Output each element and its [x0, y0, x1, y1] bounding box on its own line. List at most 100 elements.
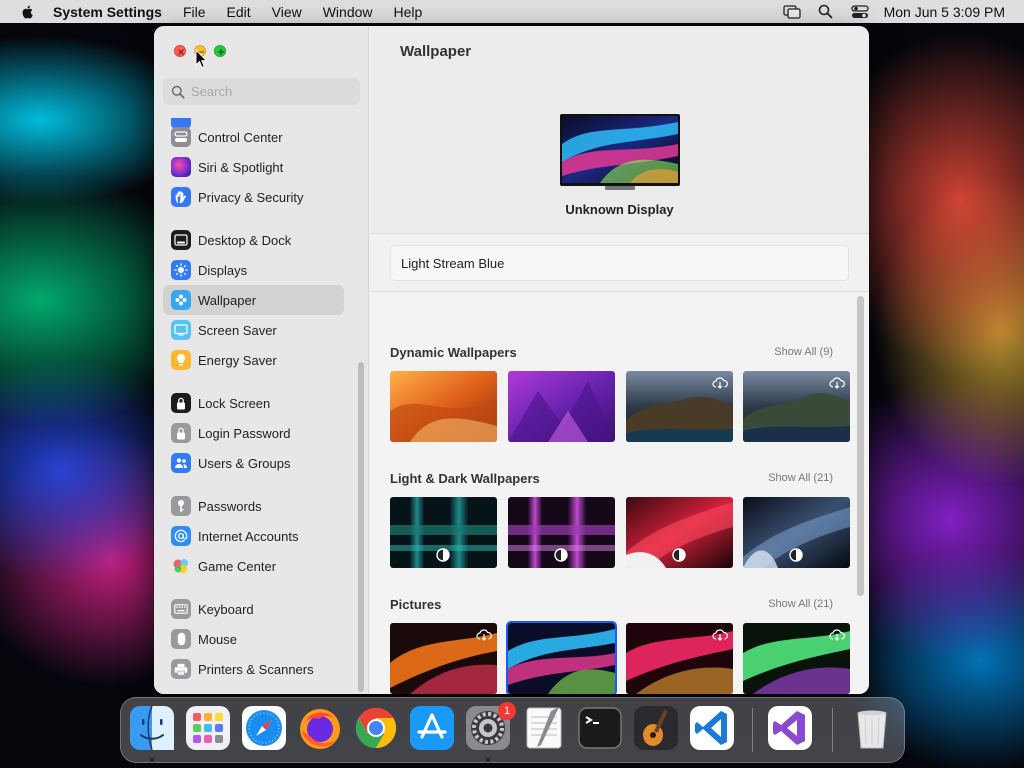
control-center-icon[interactable] [850, 4, 870, 20]
dock-trash-icon[interactable] [849, 705, 895, 751]
lock-icon [171, 393, 191, 413]
sidebar-item-control-center[interactable]: Control Center [163, 122, 344, 152]
dock-visual-studio-icon[interactable] [767, 705, 813, 751]
search-icon [171, 85, 185, 99]
dock-finder-icon[interactable] [129, 705, 175, 751]
dock-launchpad-icon[interactable] [185, 705, 231, 751]
show-all-light-dark-button[interactable]: Show All (21) [768, 472, 833, 484]
sidebar-item-game-center[interactable]: Game Center [163, 551, 344, 581]
dock-vscode-icon[interactable] [689, 705, 735, 751]
wallpaper-thumb[interactable] [390, 371, 497, 442]
sidebar-item-label: Wallpaper [198, 292, 257, 308]
sidebar-item-label: Displays [198, 262, 248, 278]
wallpaper-thumb[interactable] [508, 497, 615, 568]
wallpaper-thumb[interactable] [626, 497, 733, 568]
dock-textedit-icon[interactable] [521, 705, 567, 751]
light-dark-toggle-icon [672, 548, 686, 562]
menu-bar: System Settings File Edit View Window He… [0, 0, 1024, 23]
show-all-dynamic-button[interactable]: Show All (9) [774, 346, 833, 358]
sidebar-item-passwords[interactable]: Passwords [163, 491, 344, 521]
sidebar-item-lock-screen[interactable]: Lock Screen [163, 388, 344, 418]
sidebar-item-label: Mouse [198, 631, 238, 647]
running-indicator [150, 758, 154, 762]
current-wallpaper-name: Light Stream Blue [390, 245, 849, 281]
bulb-icon [171, 350, 191, 370]
wallpaper-icon [171, 290, 191, 310]
close-button[interactable] [174, 45, 186, 57]
sidebar-item-privacy-security[interactable]: Privacy & Security [163, 182, 344, 212]
menu-app-name[interactable]: System Settings [53, 4, 162, 20]
search-input[interactable] [191, 84, 341, 99]
sidebar-item-mouse[interactable]: Mouse [163, 624, 344, 654]
dock-safari-icon[interactable] [241, 705, 287, 751]
mouse-icon [171, 629, 191, 649]
sidebar-item-printers-scanners[interactable]: Printers & Scanners [163, 654, 344, 684]
sidebar-scrollbar[interactable] [358, 362, 364, 692]
gallery-scrollbar[interactable] [857, 296, 864, 596]
hand-icon [171, 187, 191, 207]
sidebar-item-internet-accounts[interactable]: Internet Accounts [163, 521, 344, 551]
apple-logo-icon[interactable] [18, 4, 38, 20]
display-preview[interactable] [560, 114, 680, 192]
menu-window[interactable]: Window [323, 4, 373, 20]
cloud-download-icon [829, 377, 845, 389]
sidebar-item-label: Siri & Spotlight [198, 159, 284, 175]
dock-app-store-icon[interactable] [409, 705, 455, 751]
menu-edit[interactable]: Edit [227, 4, 251, 20]
dock-separator [832, 708, 833, 752]
dock-chrome-icon[interactable] [353, 705, 399, 751]
wallpaper-thumb-selected[interactable] [506, 621, 617, 694]
dock-firefox-icon[interactable] [297, 705, 343, 751]
sidebar-item-displays[interactable]: Displays [163, 255, 344, 285]
light-dark-toggle-icon [436, 548, 450, 562]
dock-terminal-icon[interactable] [577, 705, 623, 751]
sidebar-item-keyboard[interactable]: Keyboard [163, 594, 344, 624]
menu-view[interactable]: View [272, 4, 302, 20]
cloud-download-icon [712, 629, 728, 641]
sidebar-item-wallpaper[interactable]: Wallpaper [163, 285, 344, 315]
zoom-button[interactable] [214, 45, 226, 57]
wallpaper-thumb[interactable] [743, 497, 850, 568]
sidebar-search[interactable] [163, 78, 360, 105]
keyboard-icon [171, 599, 191, 619]
sidebar-item-siri-spotlight[interactable]: Siri & Spotlight [163, 152, 344, 182]
menu-clock[interactable]: Mon Jun 5 3:09 PM [884, 4, 1005, 20]
search-icon[interactable] [816, 4, 836, 20]
wallpaper-thumb[interactable] [390, 497, 497, 568]
wallpaper-thumb[interactable] [508, 371, 615, 442]
wallpaper-thumb[interactable] [626, 371, 733, 442]
at-icon [171, 526, 191, 546]
sidebar: Control Center Siri & Spotlight Privacy … [154, 26, 369, 694]
screen-mirroring-icon[interactable] [782, 4, 802, 20]
sidebar-item-label: Privacy & Security [198, 189, 304, 205]
sun-icon [171, 260, 191, 280]
display-preview-area: Wallpaper Unknown Display [370, 26, 869, 234]
wallpaper-thumb[interactable] [743, 623, 850, 694]
dock: 1 [120, 697, 905, 763]
sidebar-list: Control Center Siri & Spotlight Privacy … [154, 118, 357, 694]
sidebar-item-label: Control Center [198, 129, 283, 145]
running-indicator [486, 758, 490, 762]
sidebar-item-screen-saver[interactable]: Screen Saver [163, 315, 344, 345]
menu-help[interactable]: Help [394, 4, 423, 20]
show-all-pictures-button[interactable]: Show All (21) [768, 598, 833, 610]
sidebar-item-desktop-dock[interactable]: Desktop & Dock [163, 225, 344, 255]
sidebar-item-label: Screen Saver [198, 322, 277, 338]
login-lock-icon [171, 423, 191, 443]
cloud-download-icon [476, 629, 492, 641]
sidebar-item-energy-saver[interactable]: Energy Saver [163, 345, 344, 375]
section-title-light-dark: Light & Dark Wallpapers [390, 471, 540, 486]
sidebar-item-label: Printers & Scanners [198, 661, 314, 677]
desktop-dock-icon [171, 230, 191, 250]
wallpaper-thumb[interactable] [390, 623, 497, 694]
wallpaper-thumb[interactable] [626, 623, 733, 694]
sidebar-item-login-password[interactable]: Login Password [163, 418, 344, 448]
key-icon [171, 496, 191, 516]
sidebar-item-label: Login Password [198, 425, 291, 441]
dock-garageband-icon[interactable] [633, 705, 679, 751]
sidebar-item-users-groups[interactable]: Users & Groups [163, 448, 344, 478]
menu-file[interactable]: File [183, 4, 206, 20]
sidebar-item-label: Passwords [198, 498, 262, 514]
wallpaper-thumb[interactable] [743, 371, 850, 442]
page-title: Wallpaper [400, 43, 472, 60]
